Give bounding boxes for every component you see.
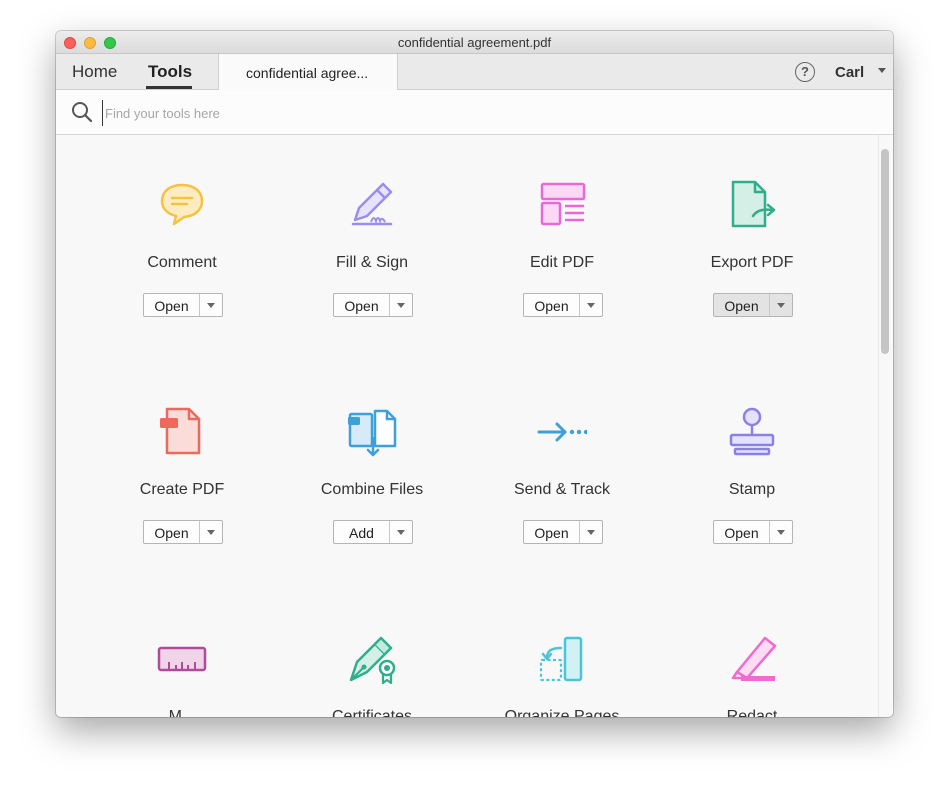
scrollbar-thumb[interactable] [881,149,889,354]
app-window: confidential agreement.pdf Home Tools co… [56,31,893,717]
tool-name: Send & Track [513,481,611,498]
button-divider [769,521,770,543]
button-label: Open [534,525,569,541]
comment-icon [160,183,204,226]
button-label: Open [724,525,759,541]
send-track-icon [537,422,587,442]
tool-search-bar [56,90,893,135]
open-button[interactable]: Open [523,293,603,317]
tool-card-comment: Comment Open [87,180,277,380]
organize-pages-icon [539,636,583,682]
open-button[interactable]: Open [523,520,603,544]
edit-pdf-icon [540,182,586,226]
create-pdf-icon [160,407,201,455]
open-button[interactable]: Open [713,520,793,544]
tool-name: Organize Pages [504,708,620,717]
tool-name: Create PDF [139,481,225,498]
tool-card-organize-pages: Organize Pages [467,634,657,717]
button-divider [199,521,200,543]
button-divider [389,294,390,316]
open-button[interactable]: Open [713,293,793,317]
button-label: Open [154,525,189,541]
user-menu[interactable]: Carl [835,64,864,81]
tool-card-create-pdf: Create PDF Open [87,407,277,607]
tool-name: Combine Files [320,481,424,498]
button-divider [579,294,580,316]
button-divider [579,521,580,543]
tool-card-stamp: Stamp Open [657,407,847,607]
button-label: Open [344,298,379,314]
search-icon [72,102,93,123]
measure-icon [157,646,207,672]
tool-name: Comment [147,254,217,271]
tool-card-send-track: Send & Track Open [467,407,657,607]
open-button[interactable]: Open [143,520,223,544]
tool-card-certificates: Certificates [277,634,467,717]
chevron-down-icon[interactable] [777,303,785,308]
tool-name: Certificates [331,708,413,717]
chevron-down-icon[interactable] [878,68,886,73]
combine-files-icon [348,409,397,457]
tool-name: Redact [726,708,778,717]
tools-grid: Comment Open Fill & Sign Open Edit PDF O… [56,135,893,717]
tab-tools[interactable]: Tools [148,62,192,82]
help-icon[interactable]: ? [795,62,815,82]
chevron-down-icon[interactable] [207,530,215,535]
document-tab-label: confidential agree... [246,65,369,81]
certificates-icon [349,636,396,684]
search-input[interactable] [102,100,807,126]
chevron-down-icon[interactable] [587,303,595,308]
tool-card-measure: M... [87,634,277,717]
stamp-icon [729,407,775,456]
top-nav-bar: Home Tools confidential agree... ? Carl [56,54,893,90]
tool-name: Stamp [728,481,776,498]
open-button[interactable]: Open [333,293,413,317]
button-divider [769,294,770,316]
window-title: confidential agreement.pdf [397,35,552,50]
button-divider [389,521,390,543]
chevron-down-icon[interactable] [397,530,405,535]
chevron-down-icon[interactable] [587,530,595,535]
button-label: Open [154,298,189,314]
tool-card-redact: Redact [657,634,847,717]
fill-sign-icon [351,182,393,226]
export-pdf-icon [731,180,776,228]
tool-name: Fill & Sign [335,254,409,271]
button-label: Open [724,298,759,314]
chevron-down-icon[interactable] [207,303,215,308]
chevron-down-icon[interactable] [397,303,405,308]
tool-card-edit-pdf: Edit PDF Open [467,180,657,380]
chevron-down-icon[interactable] [777,530,785,535]
tool-card-combine-files: Combine Files Add [277,407,467,607]
tool-name: Edit PDF [529,254,594,271]
button-label: Add [349,525,374,541]
tool-card-export-pdf: Export PDF Open [657,180,847,380]
tool-name: Export PDF [710,254,794,271]
tool-card-fill-sign: Fill & Sign Open [277,180,467,380]
add-button[interactable]: Add [333,520,413,544]
active-tab-indicator [146,86,192,89]
redact-icon [731,636,777,681]
tool-name: M... [168,708,196,717]
open-button[interactable]: Open [143,293,223,317]
tab-document[interactable]: confidential agree... [218,54,398,90]
tab-home[interactable]: Home [72,62,117,82]
button-divider [199,294,200,316]
title-bar: confidential agreement.pdf [56,31,893,54]
button-label: Open [534,298,569,314]
